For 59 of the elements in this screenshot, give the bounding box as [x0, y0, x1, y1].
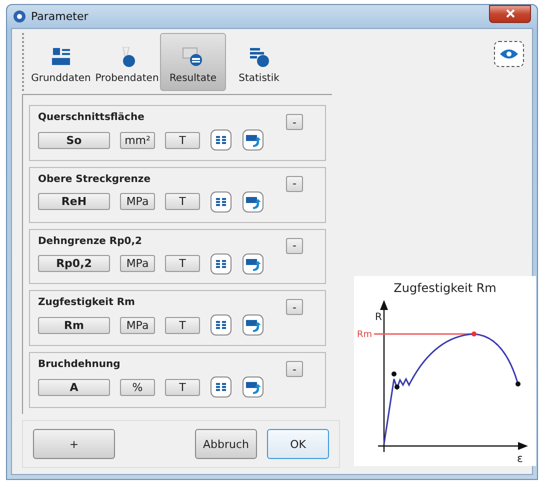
add-button[interactable]: +	[33, 429, 115, 459]
app-icon	[13, 10, 26, 23]
curve-point	[516, 382, 520, 386]
curve-point	[394, 384, 400, 390]
symbol-button[interactable]: ReH	[38, 193, 110, 210]
close-icon	[506, 9, 514, 18]
unit-button[interactable]: MPa	[120, 255, 155, 272]
y-axis-label: R	[375, 312, 382, 323]
pdf-export-icon[interactable]	[242, 314, 264, 336]
type-button[interactable]: T	[165, 255, 200, 272]
type-button[interactable]: T	[165, 378, 200, 396]
window-title: Parameter	[31, 10, 88, 23]
table-icon[interactable]	[210, 129, 232, 151]
table-icon[interactable]	[210, 376, 232, 398]
symbol-button[interactable]: Rm	[38, 316, 110, 334]
type-button[interactable]: T	[165, 132, 200, 148]
statistics-icon	[248, 47, 270, 67]
toolbar-tab[interactable]: Resultate	[160, 33, 226, 91]
cancel-button[interactable]: Abbruch	[195, 429, 257, 459]
group-title: Zugfestigkeit Rm	[38, 297, 135, 308]
collapse-button[interactable]: -	[286, 361, 303, 378]
symbol-button[interactable]: So	[38, 132, 110, 148]
group-title: Dehngrenze Rp0,2	[38, 236, 142, 247]
diagram-title: Zugfestigkeit Rm	[394, 281, 496, 295]
unit-button[interactable]: mm²	[120, 132, 155, 148]
curve-point	[392, 372, 396, 376]
type-button[interactable]: T	[165, 316, 200, 334]
unit-button[interactable]: MPa	[120, 193, 155, 210]
view-button[interactable]	[494, 41, 524, 67]
symbol-button[interactable]: Rp0,2	[38, 255, 110, 272]
symbol-button[interactable]: A	[38, 378, 110, 396]
collapse-button[interactable]: -	[286, 114, 303, 130]
close-button[interactable]	[489, 4, 531, 22]
unit-button[interactable]: MPa	[120, 316, 155, 334]
collapse-button[interactable]: -	[286, 299, 303, 316]
table-icon[interactable]	[210, 252, 232, 275]
pdf-export-icon[interactable]	[242, 190, 264, 213]
collapse-button[interactable]: -	[286, 238, 303, 254]
rm-label: Rm	[357, 330, 372, 340]
rm-point	[472, 332, 476, 336]
table-icon[interactable]	[210, 314, 232, 336]
group-title: Bruchdehnung	[38, 359, 120, 370]
x-axis-label: ε	[517, 452, 523, 465]
ok-button[interactable]: OK	[267, 429, 329, 459]
eye-icon	[499, 48, 519, 60]
unit-button[interactable]: %	[120, 378, 155, 396]
pdf-export-icon[interactable]	[242, 129, 264, 151]
group-title: Obere Streckgrenze	[38, 174, 151, 185]
toolbar-tab[interactable]: Probendaten	[94, 33, 160, 91]
group-title: Querschnittsfläche	[38, 112, 144, 123]
abc-list-icon	[50, 47, 72, 67]
pdf-export-icon[interactable]	[242, 376, 264, 398]
pdf-export-icon[interactable]	[242, 252, 264, 275]
type-button[interactable]: T	[165, 193, 200, 210]
table-icon	[182, 47, 204, 67]
table-icon[interactable]	[210, 190, 232, 213]
toolbar-tab[interactable]: Grunddaten	[28, 33, 94, 91]
toolbar-tab[interactable]: Statistik	[226, 33, 292, 91]
collapse-button[interactable]: -	[286, 176, 303, 192]
